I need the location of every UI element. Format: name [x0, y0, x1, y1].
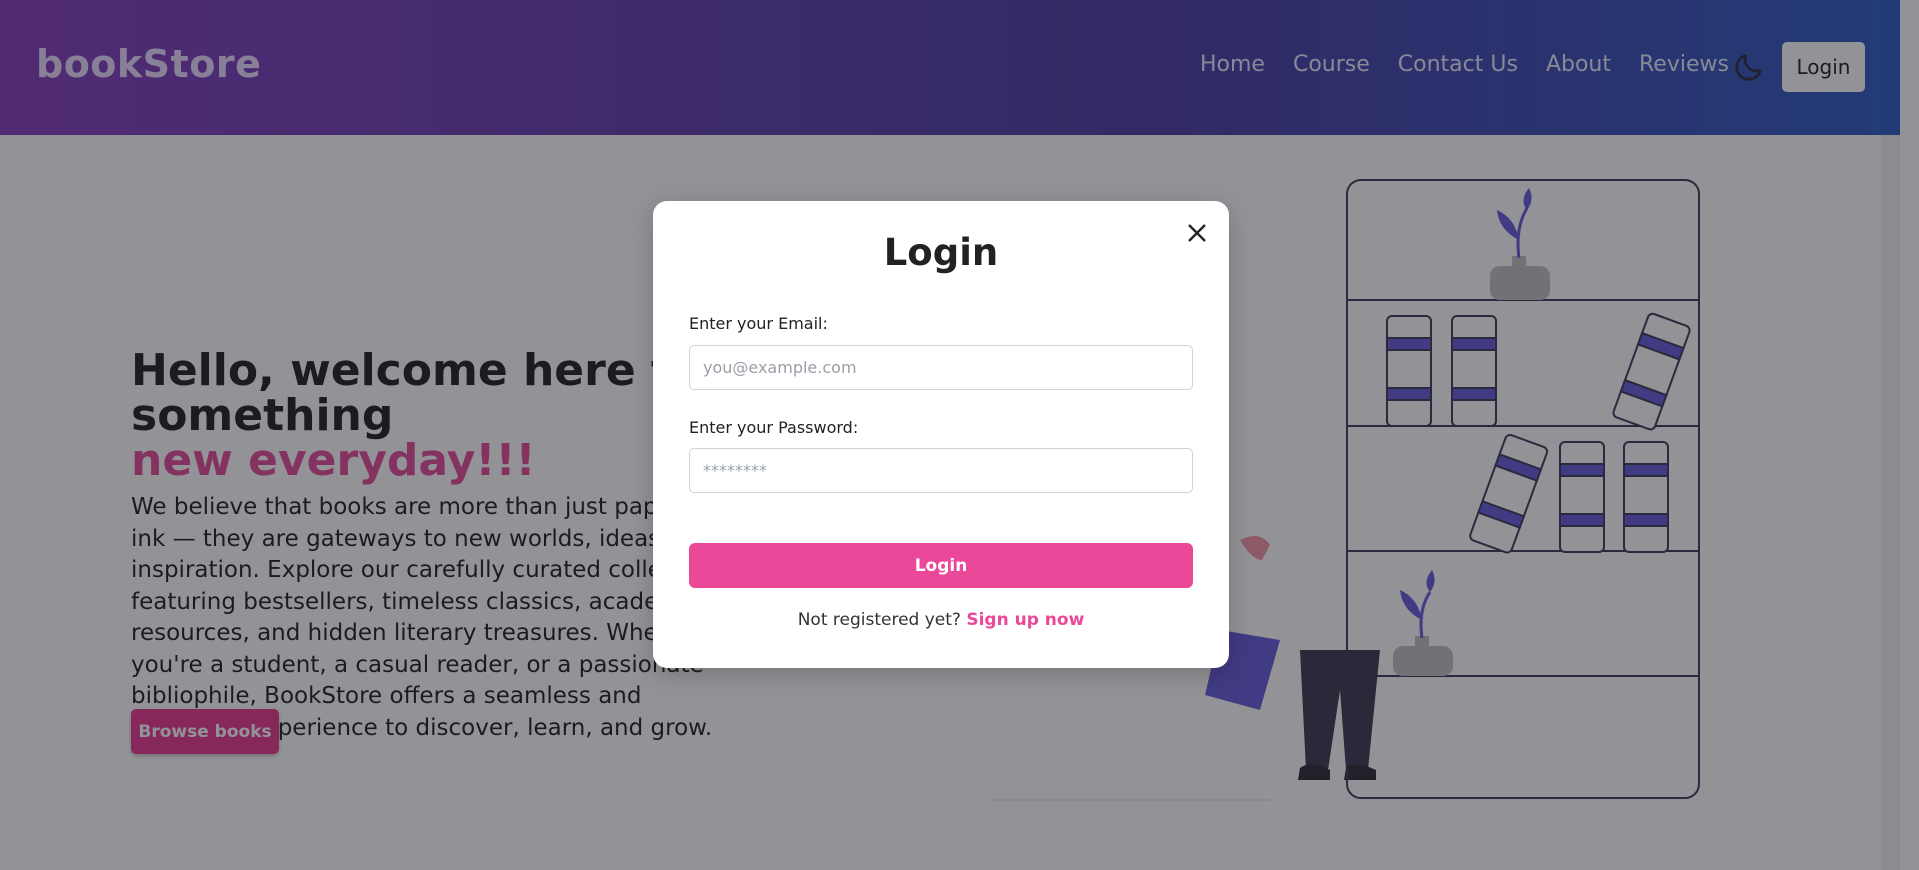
login-modal: Login Enter your Email: Enter your Passw… [653, 201, 1229, 668]
email-field[interactable] [689, 345, 1193, 390]
signup-prompt: Not registered yet? [797, 610, 961, 630]
email-label: Enter your Email: [689, 314, 828, 333]
password-field[interactable] [689, 448, 1193, 493]
modal-title: Login [883, 231, 999, 274]
password-label: Enter your Password: [689, 418, 859, 437]
signup-link[interactable]: Sign up now [966, 610, 1084, 630]
login-submit-button[interactable]: Login [689, 543, 1193, 588]
signup-line: Not registered yet? Sign up now [653, 610, 1229, 630]
